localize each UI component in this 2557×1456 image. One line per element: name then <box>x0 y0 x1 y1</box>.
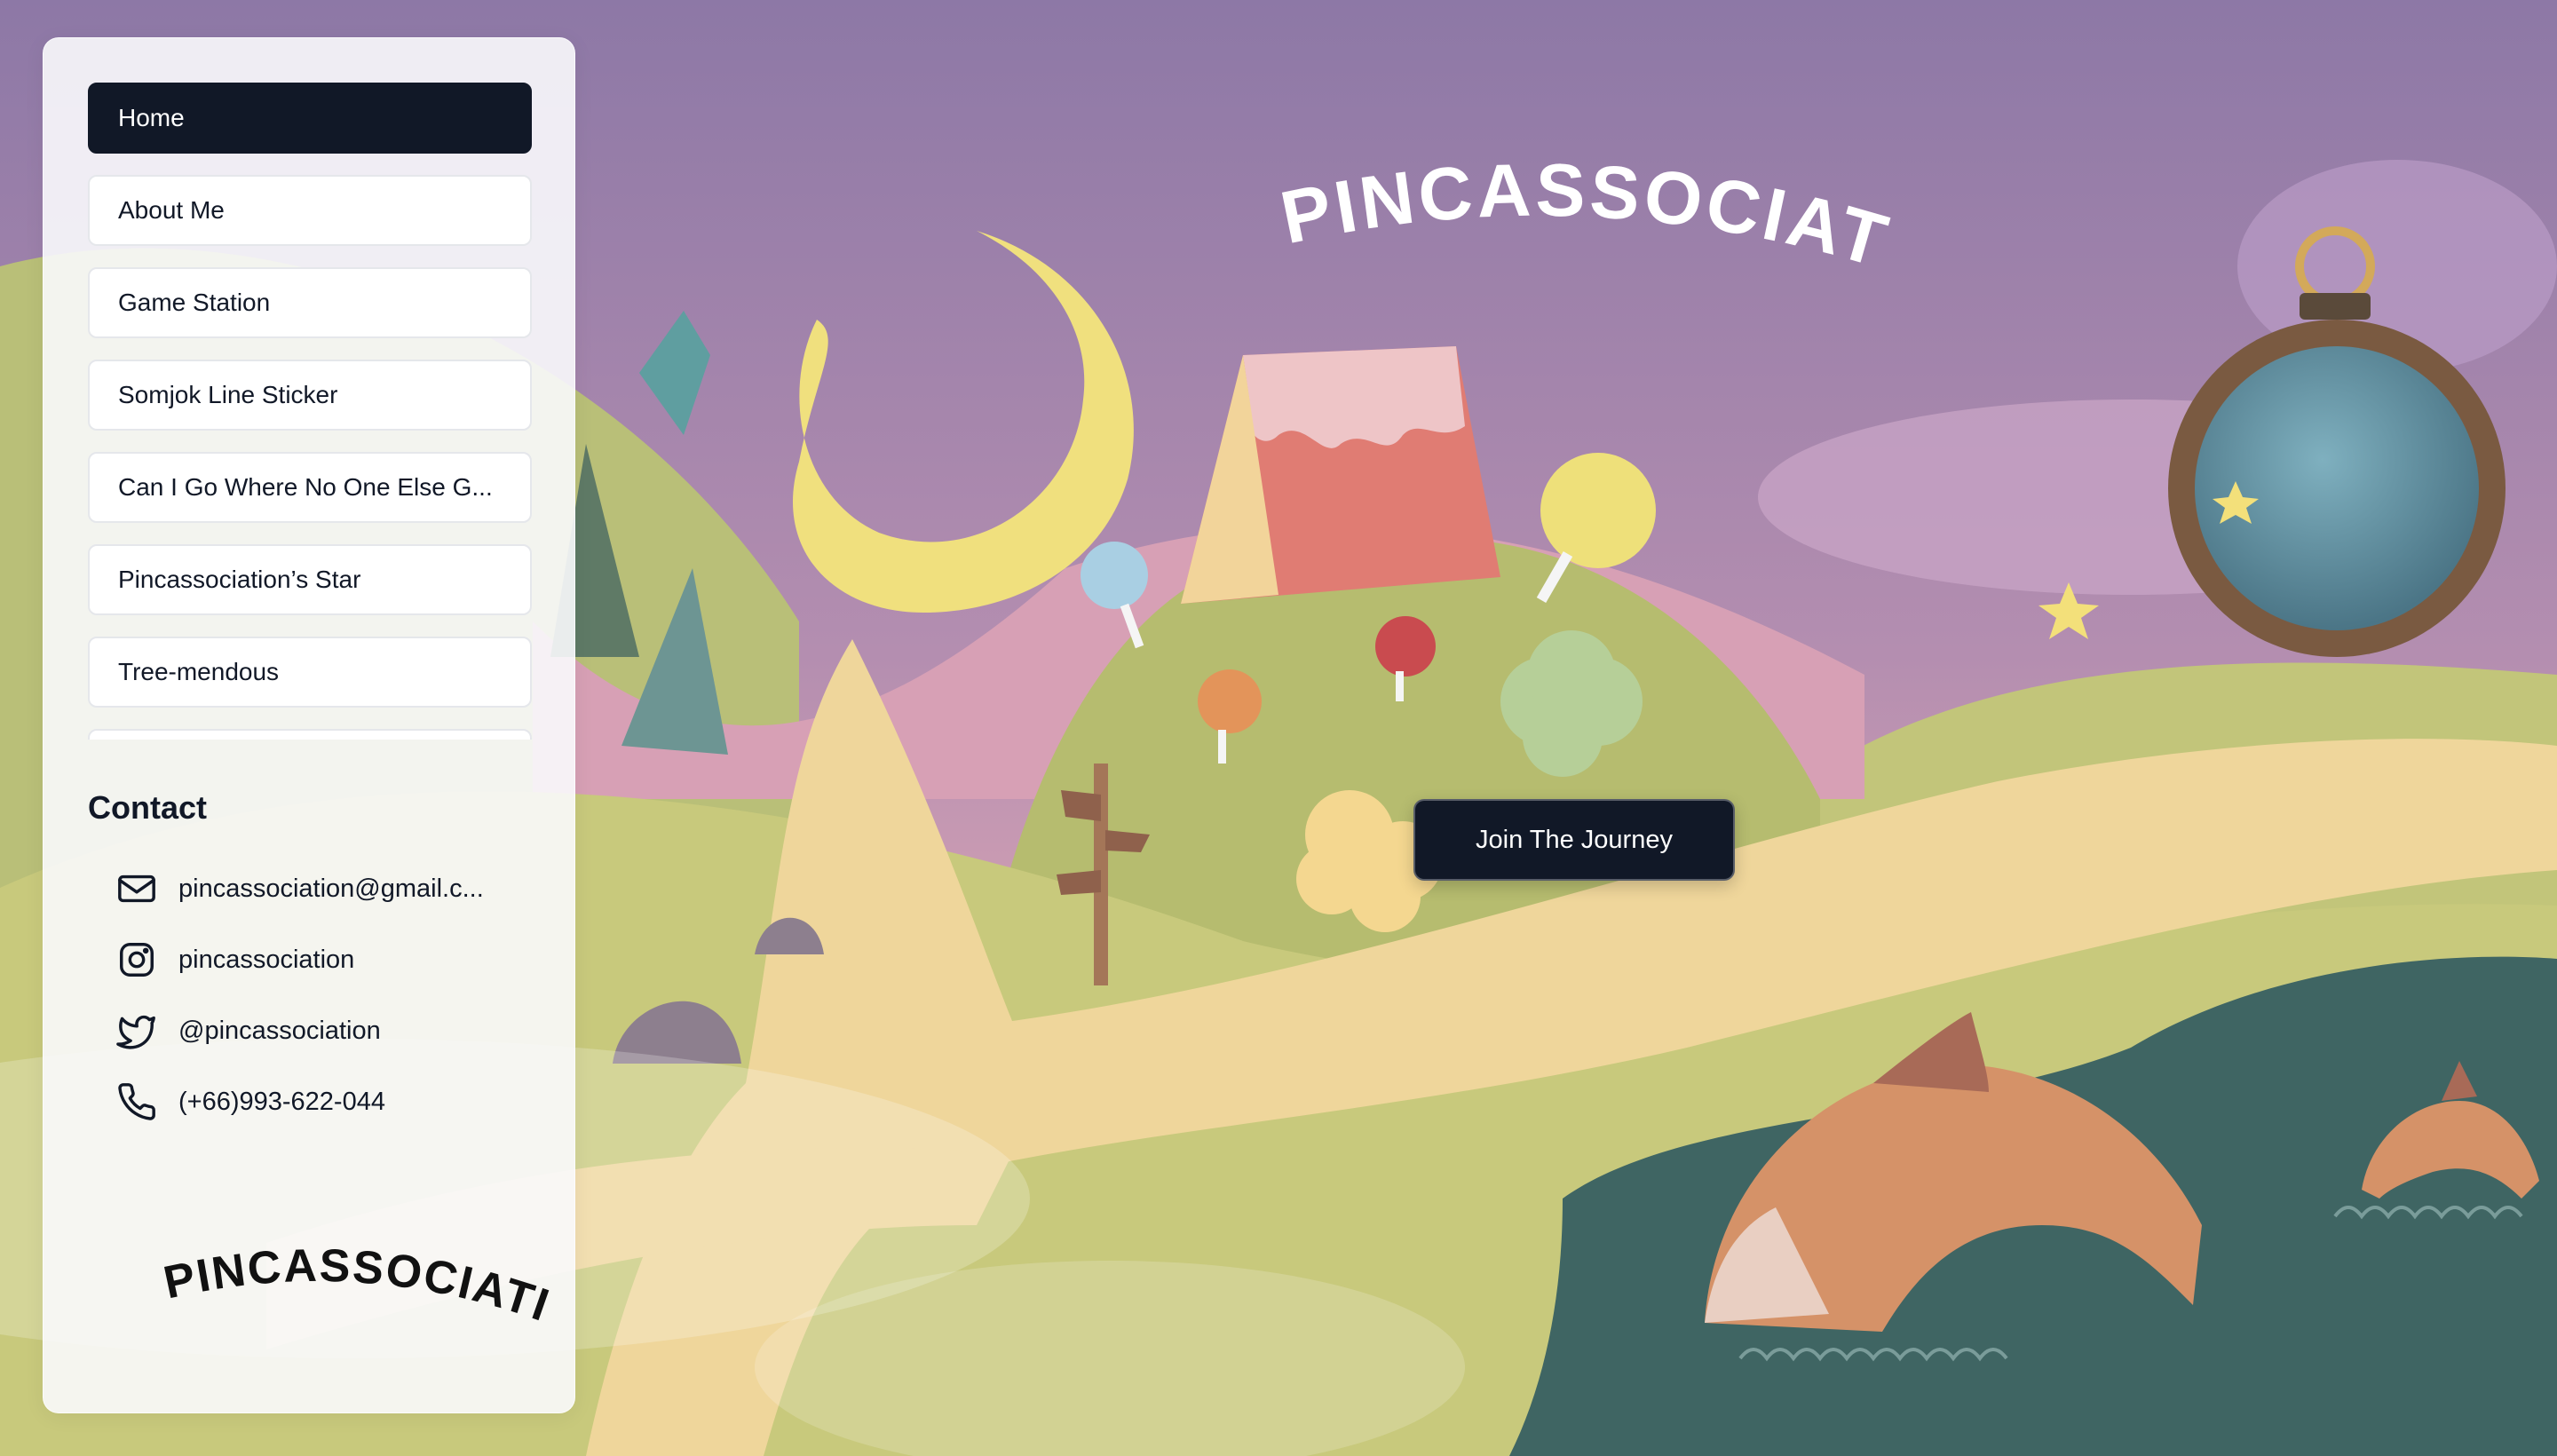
contact-heading: Contact <box>88 789 207 826</box>
nav-item-somjok-line-sticker[interactable]: Somjok Line Sticker <box>88 360 532 431</box>
nav-item-partial[interactable] <box>88 729 532 740</box>
contact-twitter[interactable]: @pincassociation <box>116 1010 381 1051</box>
instagram-icon <box>120 943 154 977</box>
contact-email-text: pincassociation@gmail.c... <box>178 874 484 903</box>
lollipop <box>1540 453 1656 568</box>
contact-phone[interactable]: (+66)993-622-044 <box>116 1081 385 1122</box>
nav-item-game-station[interactable]: Game Station <box>88 267 532 338</box>
contact-instagram[interactable]: pincassociation <box>116 939 354 980</box>
brand-logo[interactable]: PINCASSOCIATION <box>159 1237 550 1352</box>
lollipop <box>1081 542 1148 609</box>
nav-item-about-me[interactable]: About Me <box>88 175 532 246</box>
contact-email[interactable]: pincassociation@gmail.c... <box>116 868 484 909</box>
sidebar: Home About Me Game Station Somjok Line S… <box>43 37 575 1413</box>
mail-icon <box>118 874 155 903</box>
phone-icon <box>118 1083 155 1120</box>
sidebar-nav: Home About Me Game Station Somjok Line S… <box>88 83 532 740</box>
nav-item-can-i-go[interactable]: Can I Go Where No One Else G... <box>88 452 532 523</box>
nav-item-tree-mendous[interactable]: Tree-mendous <box>88 637 532 708</box>
lollipop <box>1198 669 1262 733</box>
contact-twitter-text: @pincassociation <box>178 1016 381 1045</box>
brand-logo-text: PINCASSOCIATION <box>159 1237 550 1332</box>
twitter-icon <box>116 1015 155 1049</box>
lollipop <box>1375 616 1436 677</box>
nav-item-pincassociations-star[interactable]: Pincassociation’s Star <box>88 544 532 615</box>
contact-instagram-text: pincassociation <box>178 945 355 974</box>
join-the-journey-button[interactable]: Join The Journey <box>1413 799 1735 881</box>
svg-text:PINCASSOCIATION: PINCASSOCIATION <box>159 1237 550 1332</box>
contact-phone-text: (+66)993-622-044 <box>178 1087 385 1116</box>
nav-item-home[interactable]: Home <box>88 83 532 154</box>
